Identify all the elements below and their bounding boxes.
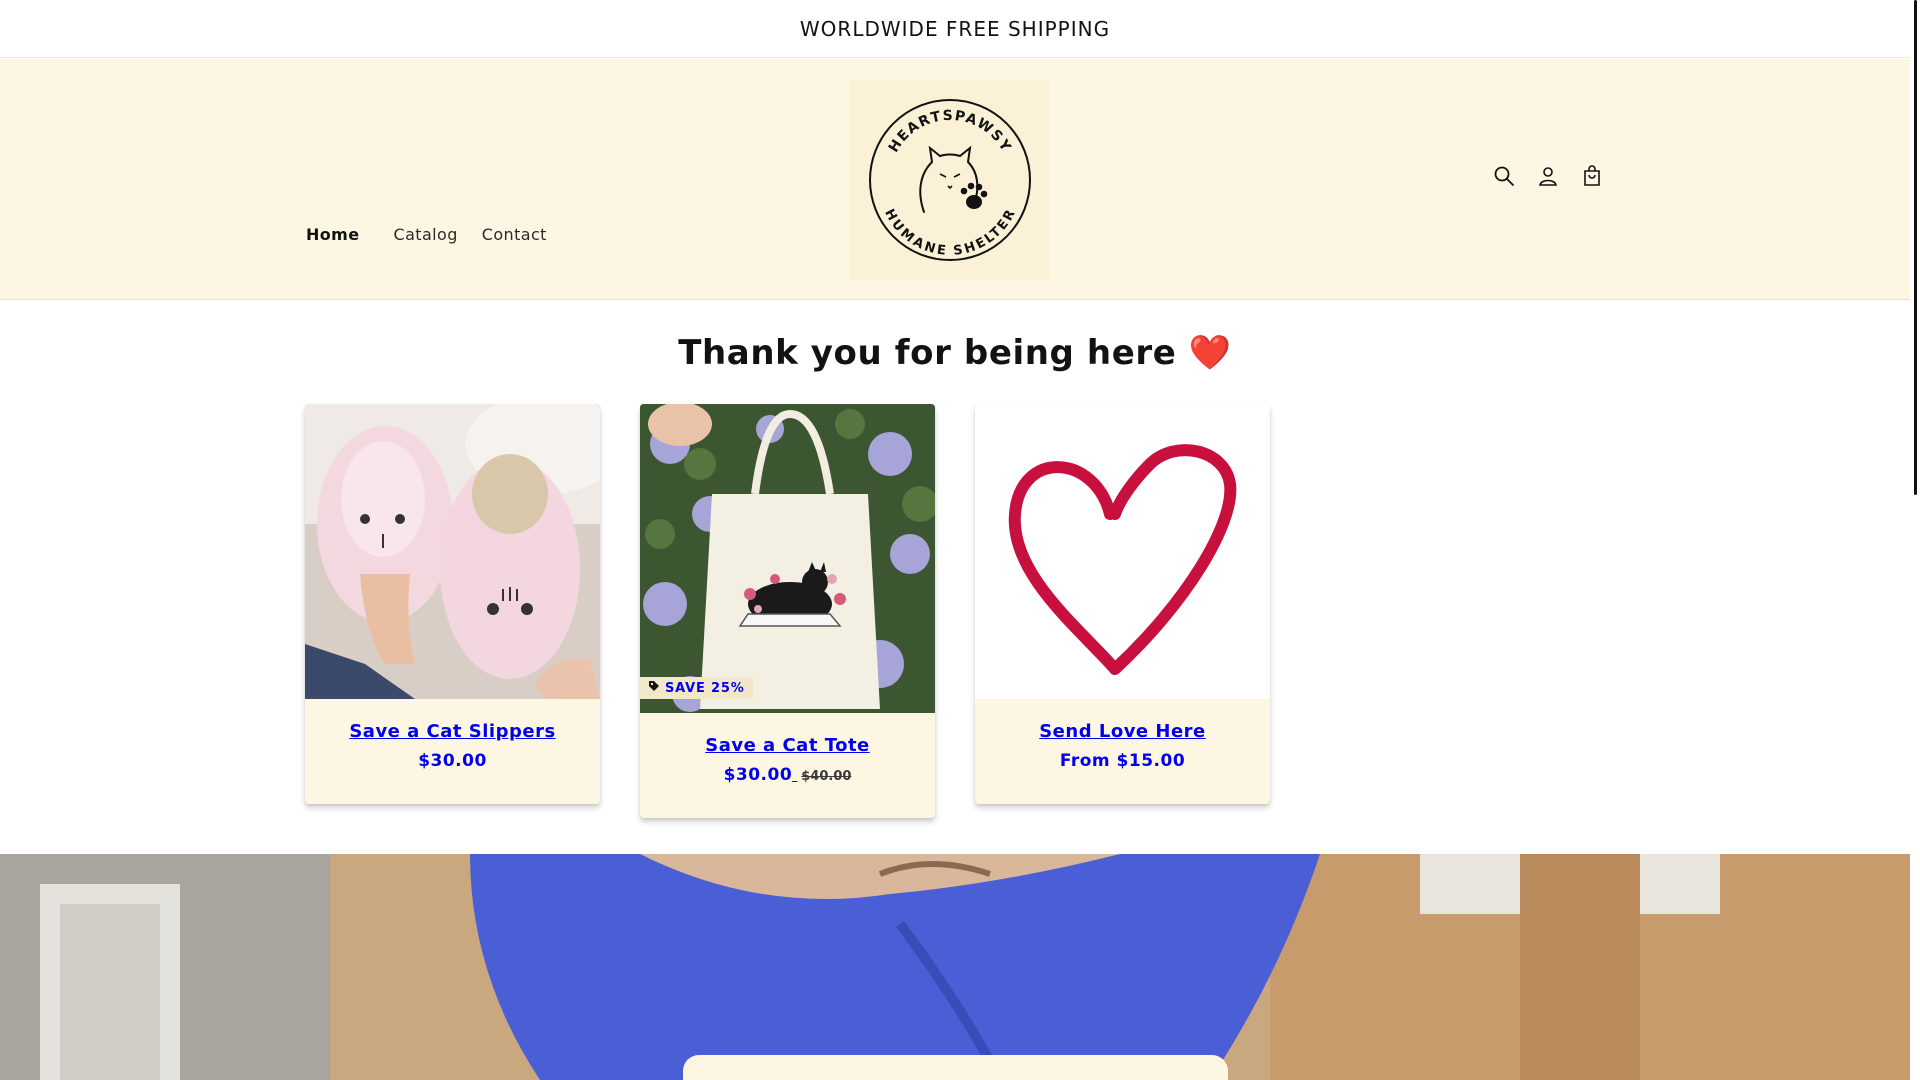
heart-icon xyxy=(1008,444,1237,675)
cart-icon[interactable] xyxy=(1580,164,1604,188)
product-compare-price: $40.00 xyxy=(801,769,852,784)
product-card-tote[interactable]: SAVE 25% Save a Cat Tote $30.00 $40.00 xyxy=(640,404,935,818)
product-image-slippers xyxy=(305,404,600,699)
product-price: From $15.00 xyxy=(1059,751,1186,771)
tag-icon xyxy=(648,680,660,696)
product-image-heart xyxy=(975,404,1270,699)
product-info: Send Love Here From $15.00 xyxy=(975,699,1270,771)
product-price: $30.00 xyxy=(418,751,487,771)
nav-item-catalog[interactable]: Catalog xyxy=(394,225,458,244)
product-info: Save a Cat Tote $30.00 $40.00 xyxy=(640,713,935,785)
section-heading: Thank you for being here ❤️ xyxy=(678,333,1232,373)
product-title: Save a Cat Slippers xyxy=(349,721,556,742)
site-logo[interactable]: HEARTSPAWSY HUMANE SHELTER xyxy=(850,80,1050,280)
product-price: $30.00 xyxy=(723,765,793,785)
logo-bottom-text: HUMANE SHELTER xyxy=(881,207,1018,259)
product-card-love[interactable]: Send Love Here From $15.00 xyxy=(975,404,1270,804)
sale-badge: SAVE 25% xyxy=(640,677,753,699)
page-scrollbar-thumb[interactable] xyxy=(1914,0,1917,495)
product-image-tote: SAVE 25% xyxy=(640,404,935,713)
announcement-text: WORLDWIDE FREE SHIPPING xyxy=(799,16,1111,41)
product-title: Save a Cat Tote xyxy=(705,735,870,756)
account-icon[interactable] xyxy=(1536,164,1560,188)
search-icon[interactable] xyxy=(1492,164,1516,188)
announcement-bar: WORLDWIDE FREE SHIPPING xyxy=(0,0,1910,58)
product-card-slippers[interactable]: Save a Cat Slippers $30.00 xyxy=(305,404,600,804)
hero-banner-image xyxy=(0,854,1910,1080)
nav-item-home[interactable]: Home xyxy=(306,225,360,244)
nav-item-contact[interactable]: Contact xyxy=(482,225,547,244)
product-info: Save a Cat Slippers $30.00 xyxy=(305,699,600,771)
main-nav: Home Catalog Contact xyxy=(306,225,547,244)
logo-seal-icon: HEARTSPAWSY HUMANE SHELTER xyxy=(869,99,1031,261)
product-title: Send Love Here xyxy=(1039,721,1206,742)
header-icons xyxy=(1492,164,1604,188)
sale-badge-text: SAVE 25% xyxy=(665,680,745,696)
banner-content-panel xyxy=(683,1055,1228,1080)
svg-text:HUMANE SHELTER: HUMANE SHELTER xyxy=(881,207,1019,259)
